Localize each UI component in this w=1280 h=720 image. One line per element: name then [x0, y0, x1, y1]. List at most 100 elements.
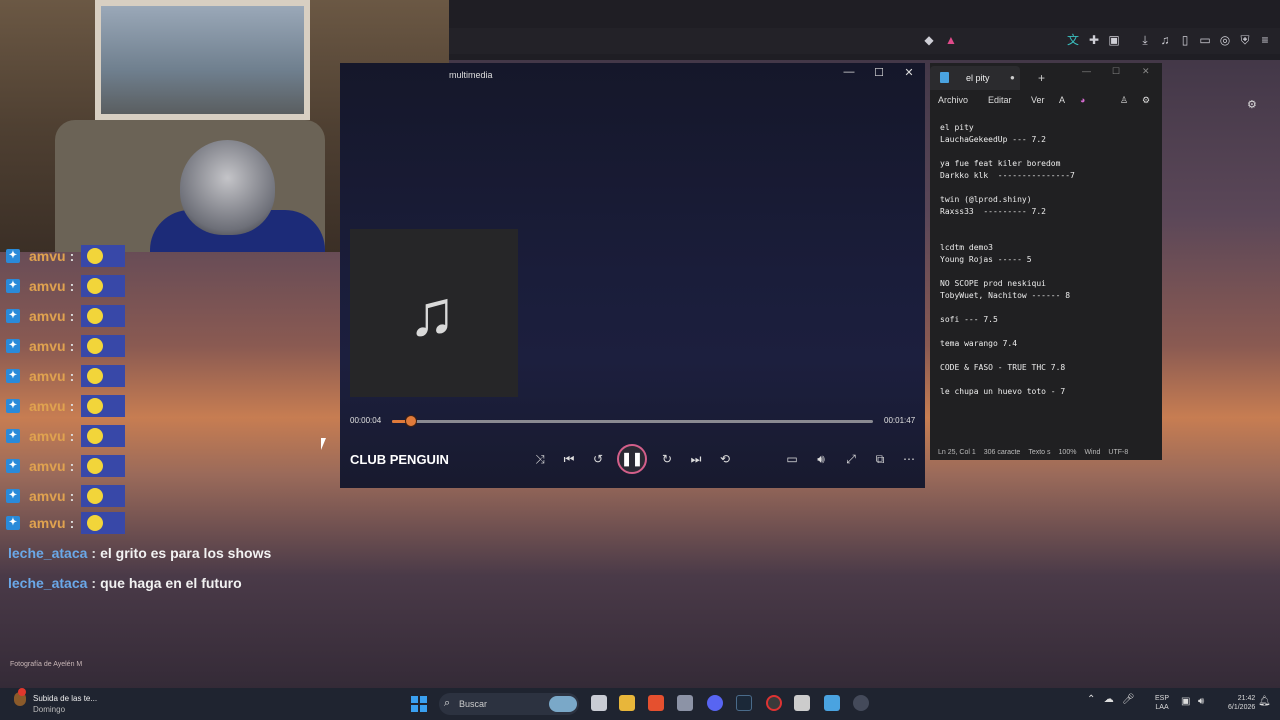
- network-icon[interactable]: ▣: [1181, 696, 1190, 707]
- chat-message: ✦ amvu:: [6, 364, 126, 388]
- chat-username: amvu: [29, 488, 66, 504]
- notepad-line: lcdtm demo3: [940, 243, 993, 252]
- calculator-icon[interactable]: [677, 695, 693, 711]
- chat-username: amvu: [29, 398, 66, 414]
- fullscreen-icon[interactable]: ⤢: [843, 451, 859, 467]
- chat-username: leche_ataca: [8, 545, 88, 561]
- brave-rewards-icon[interactable]: ▲: [944, 33, 958, 47]
- menu-icon[interactable]: ≡: [1258, 33, 1272, 47]
- screenshot-icon[interactable]: ▣: [1107, 33, 1121, 47]
- badge-icon: ✦: [6, 489, 20, 503]
- steam-icon[interactable]: [736, 695, 752, 711]
- close-button[interactable]: ✕: [902, 66, 916, 79]
- widget-title[interactable]: Subida de las te...: [33, 694, 97, 703]
- settings-icon[interactable]: ⚙: [1142, 95, 1150, 106]
- profile-icon[interactable]: ◎: [1218, 33, 1232, 47]
- volume-icon[interactable]: 🔊︎: [813, 451, 829, 467]
- copilot-icon[interactable]: ◕: [1080, 95, 1085, 105]
- chat-separator: :: [91, 575, 97, 591]
- pause-button[interactable]: ❚❚: [617, 444, 647, 474]
- file-explorer-icon[interactable]: [619, 695, 635, 711]
- minimize-button[interactable]: —: [842, 66, 856, 78]
- chat-message: ✦ amvu:: [6, 334, 126, 358]
- next-icon[interactable]: ⏭: [688, 451, 704, 467]
- emote-icon: [81, 455, 126, 477]
- seek-bar[interactable]: [392, 420, 873, 423]
- chat-separator: :: [69, 338, 75, 354]
- maximize-button[interactable]: ☐: [872, 66, 886, 79]
- chat-text: el grito es para los shows: [100, 545, 272, 561]
- captions-icon[interactable]: ▭: [784, 451, 800, 467]
- chat-username: amvu: [29, 248, 66, 264]
- account-icon[interactable]: ♙: [1120, 95, 1128, 106]
- streamer-head: [180, 140, 275, 235]
- language-indicator[interactable]: ESP LAA: [1155, 694, 1169, 712]
- menu-archivo[interactable]: Archivo: [938, 95, 968, 105]
- badge-icon: ✦: [6, 309, 20, 323]
- miniplayer-icon[interactable]: ⧉: [872, 451, 888, 467]
- obs-icon[interactable]: [766, 695, 782, 711]
- forward-30-icon[interactable]: ↻: [659, 451, 675, 467]
- notepad-statusbar: Ln 25, Col 1 306 caracte Texto s 100% Wi…: [930, 444, 1162, 460]
- vpn-icon[interactable]: ⛨: [1238, 33, 1252, 47]
- repeat-icon[interactable]: ⟲: [717, 451, 733, 467]
- task-view-icon[interactable]: [591, 695, 607, 711]
- player-window-title: multimedia: [449, 70, 493, 80]
- menu-editar[interactable]: Editar: [988, 95, 1012, 105]
- download-icon[interactable]: ⤓: [1138, 33, 1152, 47]
- discord-icon[interactable]: [707, 695, 723, 711]
- notepad-editor[interactable]: el pity LauchaGekeedUp --- 7.2 ya fue fea…: [940, 122, 1155, 398]
- brave-browser-icon[interactable]: [648, 695, 664, 711]
- start-button[interactable]: [411, 696, 427, 712]
- menu-ver[interactable]: Ver: [1031, 95, 1045, 105]
- notepad-line: [940, 326, 1155, 338]
- gear-icon[interactable]: ⚙: [1247, 98, 1257, 111]
- notepad-maximize-button[interactable]: ☐: [1112, 66, 1120, 77]
- notepad-taskbar-icon[interactable]: [824, 695, 840, 711]
- chat-username: amvu: [29, 515, 66, 531]
- notepad-line: [940, 182, 1155, 194]
- notepad-line: NO SCOPE prod neskiqui: [940, 279, 1046, 288]
- badge-icon: ✦: [6, 339, 20, 353]
- notepad-line: le chupa un huevo toto - 7: [940, 387, 1066, 396]
- emote-icon: [81, 245, 126, 267]
- notepad-line: [940, 374, 1155, 386]
- notepad-line: ya fue feat kiler boredom: [940, 159, 1061, 168]
- status-format: Texto s: [1028, 448, 1051, 456]
- chat-separator: :: [69, 515, 75, 531]
- app-icon[interactable]: [794, 695, 810, 711]
- notepad-line: TobyWuet, Nachitow ------ 8: [940, 291, 1071, 300]
- media-player-taskbar-icon[interactable]: [853, 695, 869, 711]
- notepad-line: [940, 218, 1155, 230]
- chat-message: ✦ amvu:: [6, 304, 126, 328]
- tab-close-icon[interactable]: ●: [1010, 73, 1015, 82]
- sidebar-icon[interactable]: ▯: [1178, 33, 1192, 47]
- extensions-icon[interactable]: ✚: [1087, 33, 1101, 47]
- emote-icon: [81, 395, 126, 417]
- volume-tray-icon[interactable]: 🔊︎: [1198, 696, 1204, 707]
- format-icon[interactable]: A: [1059, 95, 1065, 105]
- notepad-line: LauchaGekeedUp --- 7.2: [940, 135, 1046, 144]
- previous-icon[interactable]: ⏮: [561, 451, 577, 467]
- brave-shield-icon[interactable]: ◆: [922, 33, 936, 47]
- notepad-minimize-button[interactable]: —: [1082, 66, 1091, 76]
- media-icon[interactable]: ♫: [1158, 33, 1172, 47]
- chat-separator: :: [69, 488, 75, 504]
- chat-separator: :: [69, 308, 75, 324]
- system-tray[interactable]: ⌃ ☁ 🎤︎: [1087, 694, 1135, 705]
- rewind-10-icon[interactable]: ↺: [590, 451, 606, 467]
- notepad-line: Raxss33 --------- 7.2: [940, 207, 1046, 216]
- notepad-close-button[interactable]: ✕: [1142, 66, 1150, 77]
- emote-icon: [81, 512, 126, 534]
- translate-icon[interactable]: 文: [1066, 33, 1080, 47]
- shuffle-icon[interactable]: ⤨: [532, 451, 548, 467]
- widget-subtitle: Domingo: [33, 705, 66, 714]
- notifications-icon[interactable]: 🔔︎: [1258, 696, 1271, 707]
- more-options-icon[interactable]: ⋯: [901, 451, 917, 467]
- status-chars: 306 caracte: [983, 448, 1021, 456]
- chat-separator: :: [91, 545, 97, 561]
- new-tab-icon[interactable]: +: [1038, 71, 1045, 85]
- clock[interactable]: 21:42 6/1/2026: [1228, 694, 1255, 712]
- language-code: ESP: [1155, 695, 1170, 702]
- wallet-icon[interactable]: ▭: [1198, 33, 1212, 47]
